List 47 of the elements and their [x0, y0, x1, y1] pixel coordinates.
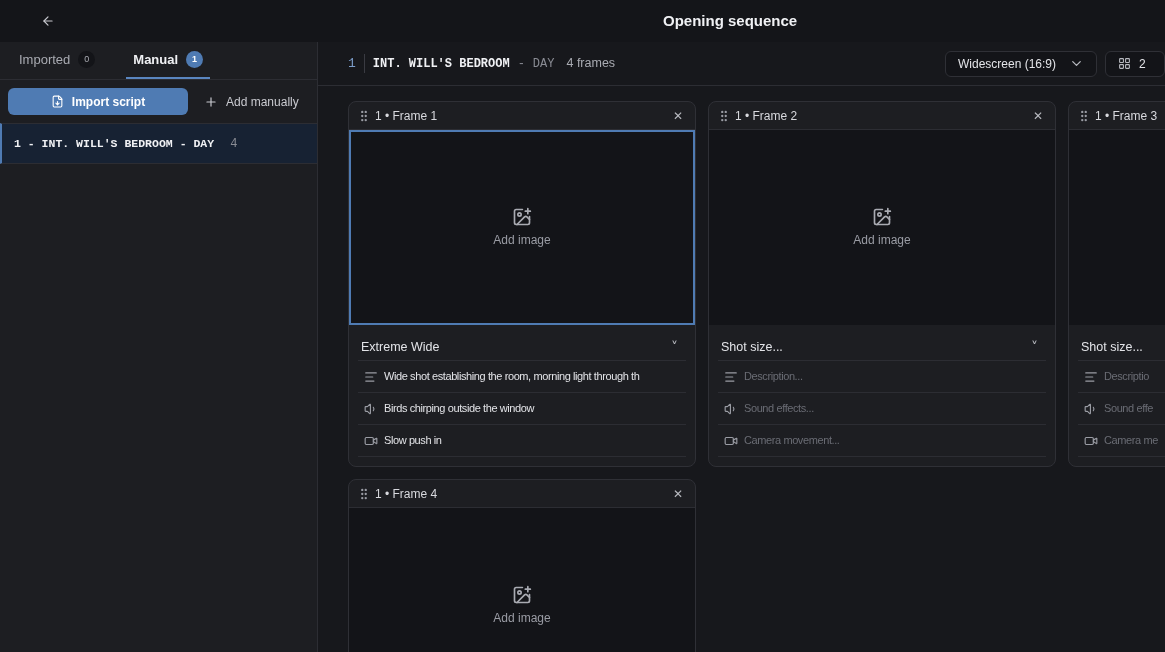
grid-icon [1118, 57, 1131, 70]
shot-size-select[interactable]: Shot size... [721, 338, 1031, 357]
image-drop-area[interactable]: Add image [349, 508, 695, 652]
frame-count: 4 [230, 135, 238, 153]
close-icon[interactable]: ✕ [672, 106, 687, 125]
columns-button[interactable]: 2 [1105, 50, 1165, 77]
add-image-icon [872, 206, 892, 227]
add-image-label: Add image [493, 609, 551, 627]
plus-icon [204, 94, 218, 109]
add-image-label: Add image [853, 231, 911, 249]
text-lines-icon [724, 369, 738, 384]
chevron-down-icon[interactable]: ˅ [1031, 337, 1038, 358]
text-lines-icon [1084, 369, 1098, 384]
image-drop-area[interactable]: Add image [349, 130, 695, 325]
text-lines-icon [364, 369, 378, 384]
description-field[interactable]: Wide shot establishing the room, morning light through th [384, 368, 640, 385]
sound-effects-field[interactable]: Birds chirping outside the window [384, 400, 535, 417]
import-script-button[interactable]: Import script [8, 88, 188, 115]
frame-count: 4 frames [566, 55, 616, 73]
count-badge: 1 [186, 51, 204, 68]
count-badge: 0 [78, 51, 96, 68]
scene-item[interactable]: 1 - INT. WILL'S BEDROOM - DAY 4 [0, 123, 317, 164]
scene-location: INT. WILL'S BEDROOM [372, 55, 510, 73]
frame-title: 1 • Frame 2 [735, 107, 798, 125]
shot-size-select[interactable]: Extreme Wide [361, 338, 671, 357]
file-import-icon [50, 95, 64, 108]
camera-movement-field[interactable]: Slow push in [384, 432, 442, 449]
sidebar-tab[interactable]: Imported 0 [12, 42, 103, 79]
scene-label: 1 - INT. WILL'S BEDROOM - DAY [14, 135, 215, 152]
close-icon[interactable]: ✕ [672, 484, 687, 503]
chevron-down-icon[interactable]: ˅ [671, 337, 678, 358]
add-image-icon [512, 206, 532, 227]
scene-number: 1 [348, 53, 365, 74]
frame-title: 1 • Frame 4 [375, 485, 438, 503]
add-image-icon [512, 584, 532, 605]
sidebar-tab[interactable]: Manual 1 [126, 42, 211, 79]
image-drop-area[interactable]: Add image [709, 130, 1055, 325]
shot-size-select[interactable]: Shot size... [1081, 338, 1165, 357]
add-manually-button[interactable]: Add manually [204, 92, 299, 111]
add-image-label: Add image [493, 231, 551, 249]
close-icon[interactable]: ✕ [1032, 106, 1047, 125]
frame-title: 1 • Frame 1 [375, 107, 438, 125]
aspect-ratio-select[interactable]: Widescreen (16:9) [945, 50, 1097, 77]
scene-time: DAY [532, 55, 555, 73]
page-title: Opening sequence [663, 10, 798, 31]
scene-separator: - [517, 55, 525, 73]
frame-title: 1 • Frame 3 [1095, 107, 1158, 125]
